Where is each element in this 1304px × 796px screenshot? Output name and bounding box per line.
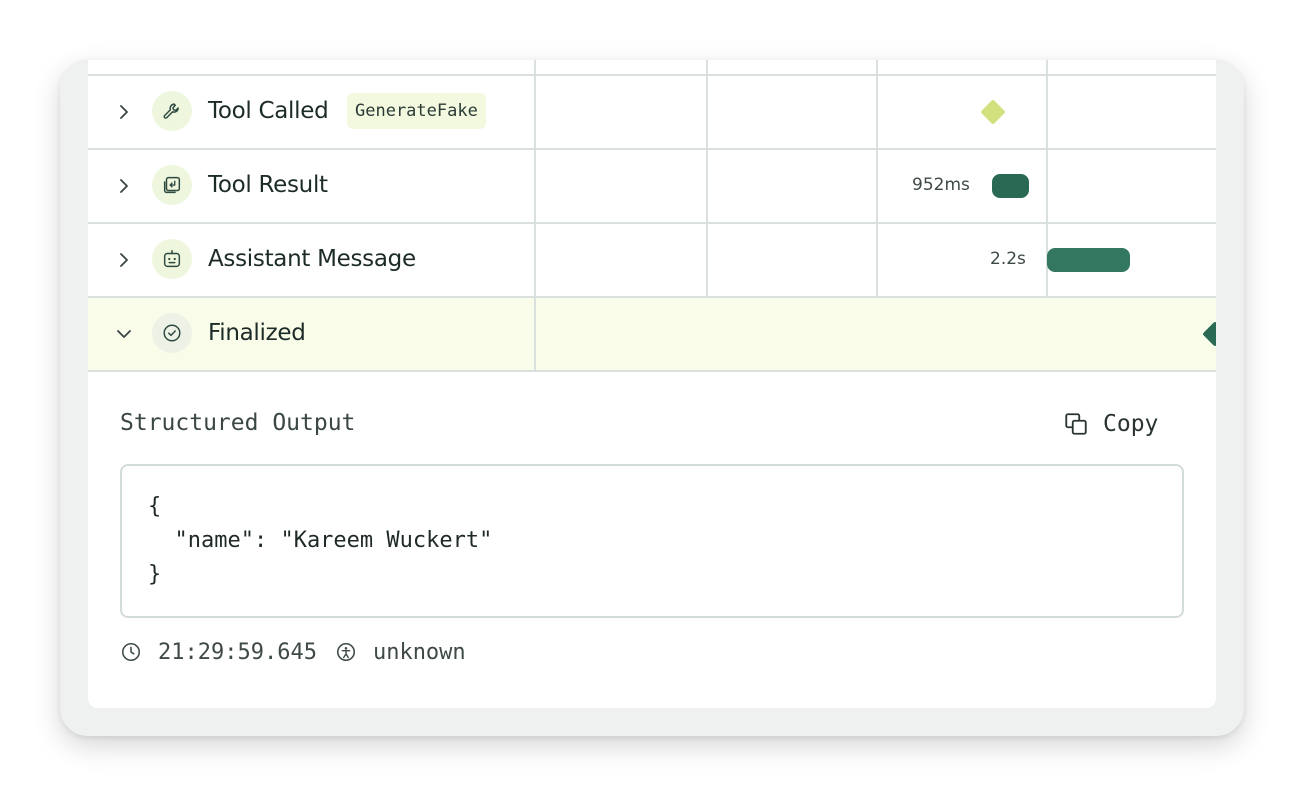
duration-bar bbox=[1047, 248, 1130, 272]
check-circle-icon bbox=[152, 313, 192, 353]
duration-bar bbox=[992, 174, 1029, 198]
chevron-right-icon[interactable] bbox=[116, 178, 132, 194]
chevron-right-icon[interactable] bbox=[116, 104, 132, 120]
row-label: Tool Called bbox=[208, 98, 329, 124]
row-label: Finalized bbox=[208, 320, 306, 346]
event-marker bbox=[1202, 321, 1216, 347]
clock-icon bbox=[121, 642, 141, 662]
previous-row-edge bbox=[88, 60, 1216, 76]
event-marker bbox=[980, 99, 1006, 125]
tool-result-icon bbox=[152, 165, 192, 205]
duration-label: 952ms bbox=[912, 175, 970, 195]
code-line: } bbox=[148, 562, 162, 587]
copy-label: Copy bbox=[1103, 411, 1159, 437]
copy-icon bbox=[1065, 413, 1087, 435]
event-meta: 21:29:59.645 unknown bbox=[120, 636, 466, 668]
code-line: { bbox=[148, 494, 162, 519]
trace-panel: Tool Called GenerateFake Tool Result 952… bbox=[88, 60, 1216, 708]
timestamp: 21:29:59.645 bbox=[158, 639, 317, 665]
tool-name-badge: GenerateFake bbox=[347, 93, 486, 129]
trace-row-tool-result[interactable]: Tool Result 952ms bbox=[88, 150, 1216, 224]
duration-label: 2.2s bbox=[990, 249, 1026, 269]
actor-label: unknown bbox=[372, 639, 466, 665]
copy-button[interactable]: Copy bbox=[1063, 408, 1158, 440]
row-label: Assistant Message bbox=[208, 246, 416, 272]
row-label: Tool Result bbox=[208, 172, 328, 198]
chevron-right-icon[interactable] bbox=[116, 252, 132, 268]
code-line: "name": "Kareem Wuckert" bbox=[148, 528, 493, 553]
trace-row-assistant-message[interactable]: Assistant Message 2.2s bbox=[88, 224, 1216, 298]
trace-row-finalized[interactable]: Finalized bbox=[88, 298, 1216, 372]
wrench-icon bbox=[152, 91, 192, 131]
trace-row-tool-called[interactable]: Tool Called GenerateFake bbox=[88, 76, 1216, 150]
section-title: Structured Output bbox=[120, 410, 356, 436]
person-icon bbox=[336, 642, 355, 662]
chevron-down-icon[interactable] bbox=[116, 326, 132, 342]
structured-output-code[interactable]: { "name": "Kareem Wuckert" } bbox=[120, 464, 1184, 618]
bot-icon bbox=[152, 239, 192, 279]
